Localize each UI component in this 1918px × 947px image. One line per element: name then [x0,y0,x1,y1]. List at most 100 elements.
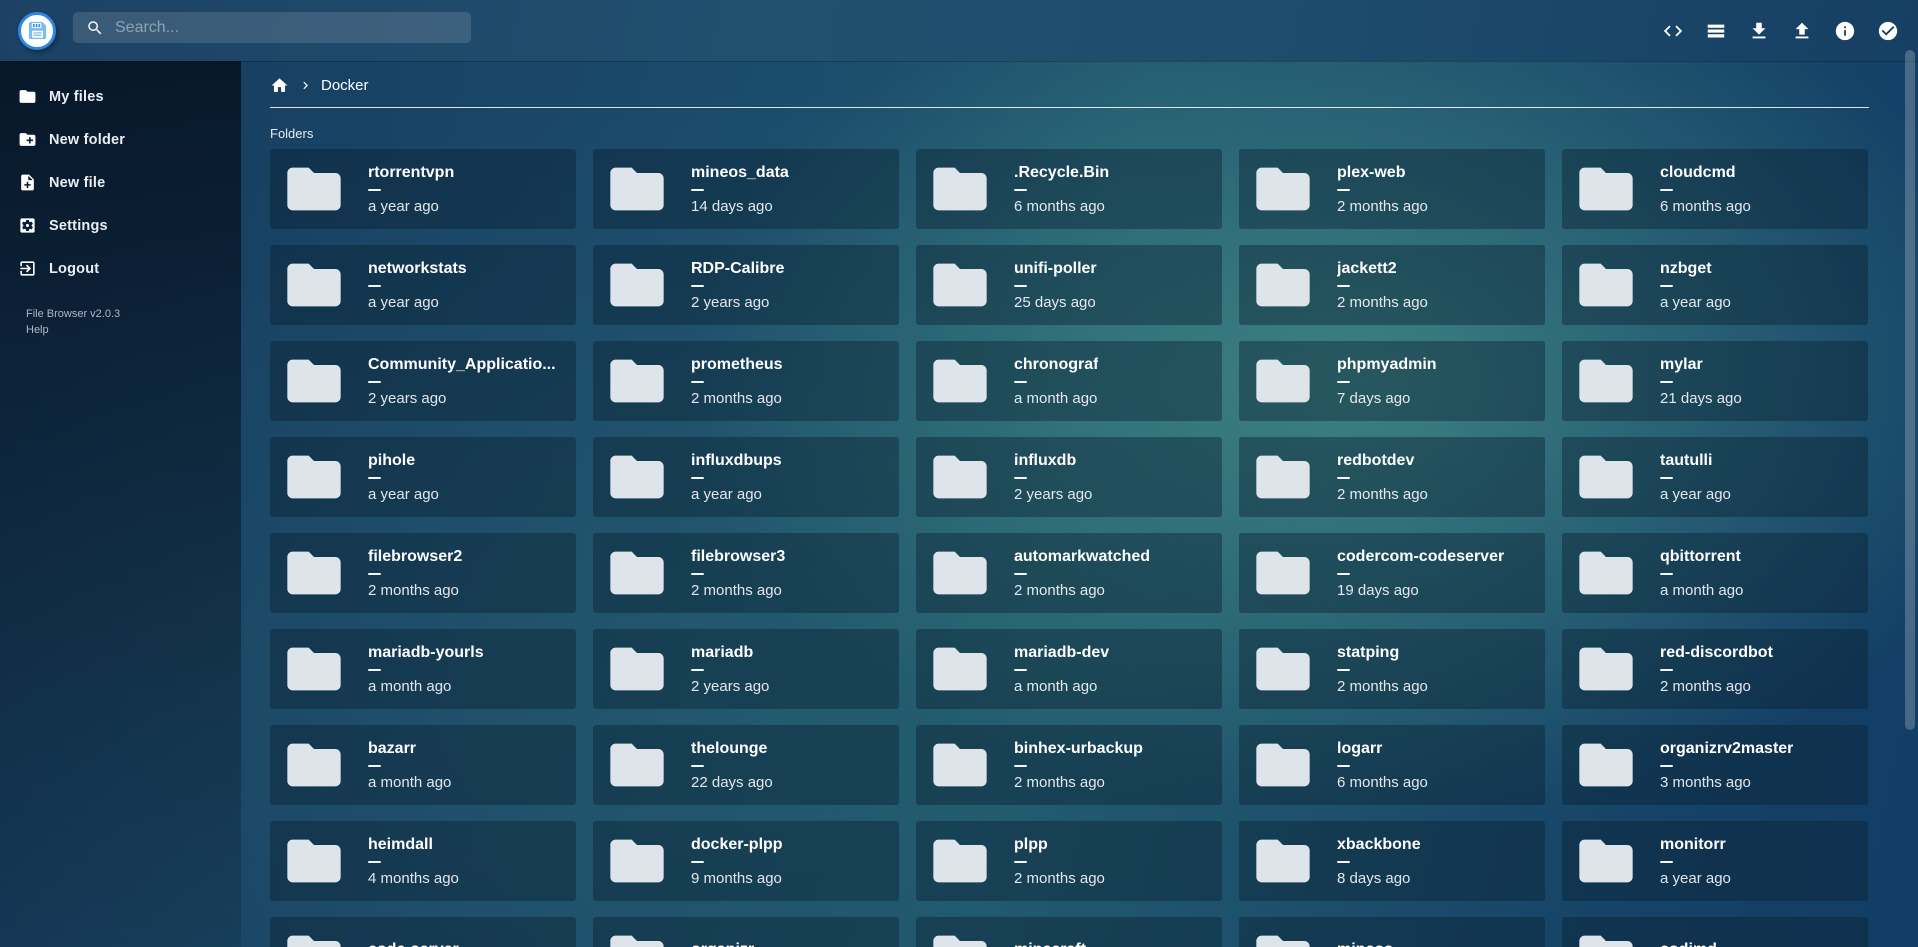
folder-card[interactable]: redbotdev2 months ago [1239,437,1545,517]
folder-icon [1251,925,1315,947]
folder-card[interactable]: plex-web2 months ago [1239,149,1545,229]
download-button[interactable] [1748,20,1770,42]
upload-button[interactable] [1791,20,1813,42]
name-divider [368,765,381,767]
folder-card[interactable]: mariadb-yourlsa month ago [270,629,576,709]
select-multiple-button[interactable] [1877,20,1899,42]
folder-card[interactable]: monitorra year ago [1562,821,1868,901]
sidebar-item-settings[interactable]: Settings [0,204,241,247]
folder-icon [282,253,346,317]
sidebar-item-new-folder[interactable]: New folder [0,118,241,161]
folder-icon [282,445,346,509]
folder-card[interactable]: logarr6 months ago [1239,725,1545,805]
scrollbar-thumb[interactable] [1905,50,1915,730]
folder-card[interactable]: mariadb-deva month ago [916,629,1222,709]
logout-icon [18,259,37,278]
folder-card[interactable]: thelounge22 days ago [593,725,899,805]
sidebar-item-new-file[interactable]: New file [0,161,241,204]
folder-card[interactable]: qbittorrenta month ago [1562,533,1868,613]
name-divider [1660,189,1673,191]
folder-card[interactable]: plpp2 months ago [916,821,1222,901]
folder-modified: 2 months ago [1337,678,1428,696]
folder-card[interactable]: organizrv2master3 months ago [1562,725,1868,805]
main-content: Docker Folders rtorrentvpna year agomine… [241,61,1918,947]
folder-card[interactable]: codimd [1562,917,1868,947]
help-link[interactable]: Help [26,322,241,338]
name-divider [1660,573,1673,575]
folder-name: mariadb-yourls [368,643,484,663]
folder-card[interactable]: chronografa month ago [916,341,1222,421]
folder-card[interactable]: docker-plpp9 months ago [593,821,899,901]
folder-card[interactable]: automarkwatched2 months ago [916,533,1222,613]
folder-card[interactable]: mineos_data14 days ago [593,149,899,229]
folder-icon [605,829,669,893]
folder-card[interactable]: red-discordbot2 months ago [1562,629,1868,709]
folder-meta: automarkwatched2 months ago [1014,547,1150,600]
folder-modified: a month ago [1660,582,1743,600]
folder-card[interactable]: filebrowser32 months ago [593,533,899,613]
filebrowser-logo[interactable] [18,12,56,50]
folder-meta: nzbgeta year ago [1660,259,1731,312]
folder-name: heimdall [368,835,459,855]
folder-card[interactable]: nzbgeta year ago [1562,245,1868,325]
folder-icon [928,925,992,947]
folder-card[interactable]: minecraft [916,917,1222,947]
folder-card[interactable]: xbackbone8 days ago [1239,821,1545,901]
home-icon[interactable] [270,76,289,95]
folder-card[interactable]: rtorrentvpna year ago [270,149,576,229]
name-divider [691,669,704,671]
search-input[interactable] [113,18,461,38]
folder-card[interactable]: statping2 months ago [1239,629,1545,709]
switch-view-button[interactable] [1705,20,1727,42]
sidebar-item-my-files[interactable]: My files [0,75,241,118]
folder-name: unifi-poller [1014,259,1097,279]
folder-card[interactable]: .Recycle.Bin6 months ago [916,149,1222,229]
sidebar: My filesNew folderNew fileSettings Logout… [0,61,241,947]
sidebar-item-label: Logout [49,261,99,277]
info-button[interactable] [1834,20,1856,42]
name-divider [1660,669,1673,671]
folder-name: xbackbone [1337,835,1421,855]
folder-card[interactable]: jackett22 months ago [1239,245,1545,325]
folder-card[interactable]: networkstatsa year ago [270,245,576,325]
search-bar[interactable] [73,12,471,43]
folder-card[interactable]: mylar21 days ago [1562,341,1868,421]
folder-meta: bazarra month ago [368,739,451,792]
folder-meta: mylar21 days ago [1660,355,1742,408]
folder-card[interactable]: cloudcmd6 months ago [1562,149,1868,229]
folder-card[interactable]: heimdall4 months ago [270,821,576,901]
folder-meta: heimdall4 months ago [368,835,459,888]
folder-card[interactable]: mineos [1239,917,1545,947]
folder-card[interactable]: influxdbupsa year ago [593,437,899,517]
folder-card[interactable]: mariadb2 years ago [593,629,899,709]
folder-card[interactable]: piholea year ago [270,437,576,517]
breadcrumb-current[interactable]: Docker [321,77,369,94]
folder-meta: statping2 months ago [1337,643,1428,696]
folder-icon [282,829,346,893]
sidebar-item-logout[interactable]: Logout [0,247,241,290]
folder-card[interactable]: RDP-Calibre2 years ago [593,245,899,325]
folder-icon [1251,253,1315,317]
folder-icon [605,541,669,605]
version-link[interactable]: File Browser v2.0.3 [26,306,241,322]
folder-meta: tautullia year ago [1660,451,1731,504]
folder-card[interactable]: filebrowser22 months ago [270,533,576,613]
folder-card[interactable]: code-server [270,917,576,947]
folder-card[interactable]: organizr [593,917,899,947]
folder-icon [605,733,669,797]
folder-card[interactable]: prometheus2 months ago [593,341,899,421]
name-divider [368,381,381,383]
folder-card[interactable]: bazarra month ago [270,725,576,805]
folder-card[interactable]: unifi-poller25 days ago [916,245,1222,325]
folder-modified: 2 months ago [691,390,783,408]
folder-card[interactable]: phpmyadmin7 days ago [1239,341,1545,421]
folder-card[interactable]: binhex-urbackup2 months ago [916,725,1222,805]
folder-icon [1251,445,1315,509]
folder-card[interactable]: influxdb2 years ago [916,437,1222,517]
folder-icon [928,637,992,701]
folder-meta: jackett22 months ago [1337,259,1428,312]
shell-toggle-button[interactable] [1662,20,1684,42]
folder-card[interactable]: codercom-codeserver19 days ago [1239,533,1545,613]
folder-card[interactable]: tautullia year ago [1562,437,1868,517]
folder-card[interactable]: Community_Applicatio...2 years ago [270,341,576,421]
